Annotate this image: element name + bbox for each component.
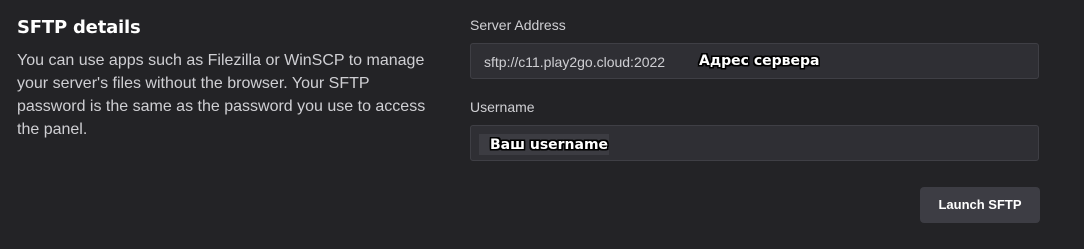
server-address-label: Server Address: [470, 17, 566, 33]
launch-sftp-button[interactable]: Launch SFTP: [920, 187, 1040, 223]
panel-description: You can use apps such as Filezilla or Wi…: [17, 52, 426, 138]
sftp-details-panel: SFTP details You can use apps such as Fi…: [0, 0, 1084, 249]
server-address-annotation: Адрес сервера: [699, 53, 820, 69]
username-label: Username: [470, 99, 535, 115]
server-address-value[interactable]: sftp://c11.play2go.cloud:2022: [484, 53, 665, 71]
username-annotation: Ваш username: [490, 137, 609, 153]
sftp-info-section: SFTP details You can use apps such as Fi…: [17, 16, 437, 141]
username-field[interactable]: Ваш username: [470, 125, 1039, 161]
server-address-field[interactable]: sftp://c11.play2go.cloud:2022 Адрес серв…: [470, 43, 1039, 79]
panel-title: SFTP details: [17, 17, 141, 38]
